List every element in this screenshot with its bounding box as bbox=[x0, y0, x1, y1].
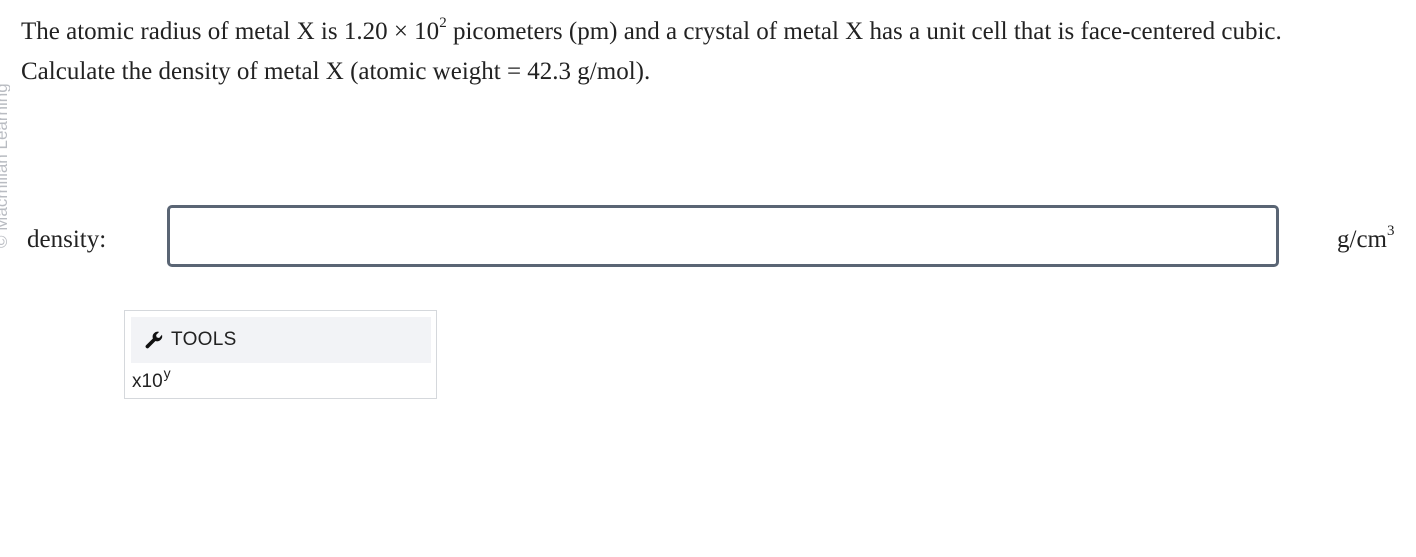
tools-panel: TOOLS x10 y bbox=[124, 310, 437, 399]
wrench-icon bbox=[145, 331, 163, 349]
scientific-notation-button[interactable]: x10 y bbox=[130, 363, 173, 393]
question-text: The atomic radius of metal X is 1.20 × 1… bbox=[21, 12, 1411, 92]
density-label: density: bbox=[27, 226, 107, 253]
unit-base: g/cm bbox=[1337, 226, 1387, 253]
question-exponent: 2 bbox=[439, 14, 447, 31]
question-line-1-start: The atomic radius of metal X is 1.20 × 1… bbox=[21, 18, 440, 45]
unit-exponent: 3 bbox=[1387, 222, 1395, 239]
x10-base: x10 bbox=[132, 371, 163, 392]
x10-exponent: y bbox=[163, 365, 171, 381]
tools-toggle[interactable]: TOOLS bbox=[131, 317, 431, 363]
question-line-2: Calculate the density of metal X (atomic… bbox=[21, 58, 651, 85]
density-unit: g/cm3 bbox=[1337, 222, 1395, 258]
watermark: © Macmillan Learning bbox=[0, 0, 10, 250]
density-input[interactable] bbox=[167, 205, 1279, 267]
question-line-1-end: picometers (pm) and a crystal of metal X… bbox=[446, 18, 1282, 45]
watermark-text: © Macmillan Learning bbox=[0, 83, 10, 248]
tools-label: TOOLS bbox=[171, 329, 237, 350]
question-line-1: The atomic radius of metal X is 1.20 × 1… bbox=[21, 12, 1411, 52]
